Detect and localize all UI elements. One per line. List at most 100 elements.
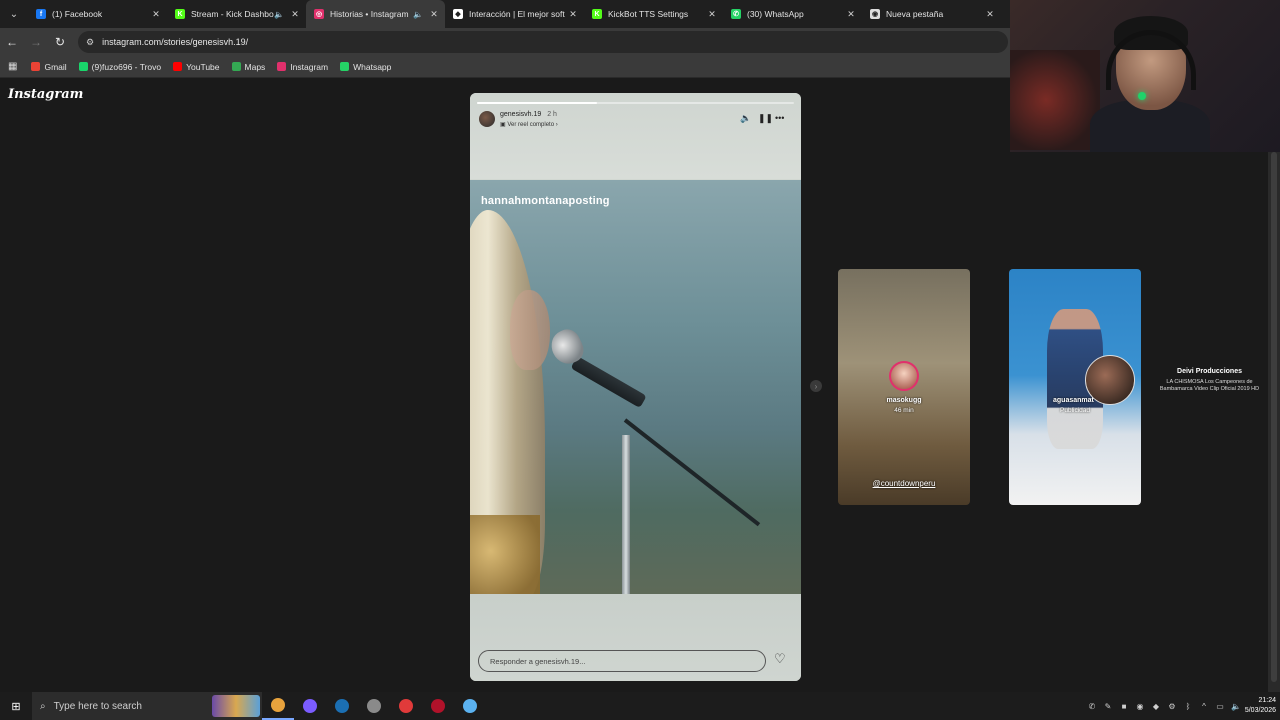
- windows-taskbar: ⊞ ⌕ Type here to search ✆ ✎ ■ ◉ ◆ ⚙ ᛒ ^ …: [0, 692, 1280, 720]
- tab-title: KickBot TTS Settings: [608, 9, 689, 19]
- bluetooth-tray-icon[interactable]: ᛒ: [1180, 702, 1196, 711]
- view-full-reel-link[interactable]: ▣ Ver reel completo ›: [500, 121, 558, 128]
- discord-tray-icon[interactable]: ◉: [1132, 702, 1148, 711]
- taskbar-app-steam[interactable]: [326, 692, 358, 720]
- bookmark-item[interactable]: Whatsapp: [340, 62, 391, 72]
- close-icon[interactable]: ✕: [985, 9, 995, 20]
- bookmark-item[interactable]: Instagram: [277, 62, 328, 72]
- steam-tray-icon[interactable]: ⚙: [1164, 702, 1180, 711]
- nvidia-tray-icon[interactable]: ◆: [1148, 702, 1164, 711]
- preview-mention: @countdownperu: [872, 479, 936, 488]
- taskbar-app-app-gray[interactable]: [358, 692, 390, 720]
- instagram-logo[interactable]: Instagram: [8, 87, 83, 102]
- story-media[interactable]: hannahmontanaposting: [470, 180, 801, 594]
- clock-time: 21:24: [1258, 697, 1276, 704]
- apps-grid-icon[interactable]: ▦: [8, 61, 17, 72]
- taskbar-search[interactable]: ⌕ Type here to search: [32, 692, 262, 720]
- tab-1[interactable]: K Stream - Kick Dashbo 🔈 ✕: [167, 0, 306, 28]
- tab-search-button[interactable]: ⌄: [0, 0, 28, 28]
- network-icon[interactable]: ▭: [1212, 702, 1228, 711]
- bookmark-item[interactable]: Maps: [231, 62, 265, 72]
- start-button[interactable]: ⊞: [0, 692, 32, 720]
- singer-dress: [470, 515, 540, 594]
- site-info-icon[interactable]: ⚙: [86, 37, 94, 48]
- tab-6[interactable]: ◉ Nueva pestaña ✕: [862, 0, 1001, 28]
- close-icon[interactable]: ✕: [151, 9, 161, 20]
- address-bar[interactable]: ⚙ instagram.com/stories/genesisvh.19/: [78, 31, 1008, 53]
- arrow-right-icon: →: [30, 35, 42, 49]
- pause-icon[interactable]: ❚❚: [758, 113, 773, 124]
- headset-mic-light: [1138, 92, 1146, 100]
- reply-input[interactable]: Responder a genesisvh.19...: [478, 650, 766, 672]
- webcam-background-light: [1010, 50, 1100, 150]
- pen-tray-icon[interactable]: ✎: [1100, 702, 1116, 711]
- close-icon[interactable]: ✕: [568, 9, 578, 20]
- taskbar-app-app-dark-red[interactable]: [422, 692, 454, 720]
- preview-avatar: [889, 361, 919, 391]
- muted-speaker-icon[interactable]: 🔈: [274, 10, 284, 19]
- speaker-icon[interactable]: 🔈: [413, 10, 423, 19]
- facebook-icon: f: [36, 9, 46, 19]
- chevron-up-icon[interactable]: ^: [1196, 702, 1212, 711]
- green-tray-icon[interactable]: ■: [1116, 702, 1132, 711]
- forward-button[interactable]: →: [24, 30, 48, 54]
- bookmark-favicon-icon: [277, 62, 287, 71]
- reload-button[interactable]: ↻: [48, 30, 72, 54]
- close-icon[interactable]: ✕: [846, 9, 856, 20]
- singer-face: [510, 290, 550, 370]
- taskbar-app-messenger[interactable]: [294, 692, 326, 720]
- reel-icon: ▣: [500, 122, 506, 128]
- side-description: LA CHISMOSA Los Campeones de Bambamarca …: [1159, 379, 1260, 392]
- view-full-reel-label: Ver reel completo: [507, 122, 555, 128]
- page-scrollbar[interactable]: [1268, 150, 1280, 692]
- sponsored-label: Publicidad: [1060, 407, 1090, 414]
- tab-title: Nueva pestaña: [886, 9, 944, 19]
- bookmark-item[interactable]: Gmail: [31, 61, 67, 72]
- taskbar-app-app-blue[interactable]: [454, 692, 486, 720]
- taskbar-clock[interactable]: 21:24 5/03/2026: [1236, 696, 1276, 716]
- whatsapp-tray-icon[interactable]: ✆: [1084, 702, 1100, 711]
- close-icon[interactable]: ✕: [429, 9, 439, 20]
- search-icon: ⌕: [40, 700, 46, 712]
- back-button[interactable]: ←: [0, 30, 24, 54]
- bookmark-favicon-icon: [231, 62, 241, 71]
- story-header-area: [470, 93, 801, 179]
- mic-boom: [623, 418, 761, 527]
- close-icon[interactable]: ✕: [290, 9, 300, 20]
- bookmark-label: YouTube: [186, 61, 220, 72]
- story-time: 2 h: [547, 111, 557, 118]
- story-viewer[interactable]: genesisvh.19 2 h ▣ Ver reel completo › 🔈…: [470, 93, 801, 681]
- more-options-icon[interactable]: •••: [775, 113, 784, 123]
- kick-icon: K: [592, 9, 602, 19]
- taskbar-search-placeholder: Type here to search: [53, 700, 142, 712]
- bookmark-item[interactable]: (9)fuzo696 - Trovo: [78, 62, 161, 72]
- instagram-page: Instagram genesisvh.19 2 h ▣ Ver reel co…: [0, 80, 1280, 692]
- story-preview-aguasanmat[interactable]: aguasanmat Publicidad: [1009, 269, 1141, 505]
- scroll-thumb[interactable]: [1271, 152, 1277, 682]
- whatsapp-icon: ✆: [731, 9, 741, 19]
- system-tray: ✆ ✎ ■ ◉ ◆ ⚙ ᛒ ^ ▭ 🔈: [1084, 692, 1244, 720]
- bookmark-item[interactable]: YouTube: [173, 61, 220, 72]
- tab-2[interactable]: ◎ Historias • Instagram 🔈 ✕: [306, 0, 445, 28]
- bookmark-label: Gmail: [44, 61, 67, 72]
- story-username[interactable]: genesisvh.19: [500, 111, 541, 118]
- tab-3[interactable]: ◆ Interacción | El mejor soft ✕: [445, 0, 584, 28]
- story-avatar[interactable]: [479, 111, 495, 127]
- taskbar-app-app-red[interactable]: [390, 692, 422, 720]
- url-text: instagram.com/stories/genesisvh.19/: [102, 37, 249, 47]
- close-icon[interactable]: ✕: [707, 9, 717, 20]
- taskbar-app-chrome[interactable]: [262, 692, 294, 720]
- story-preview-masokugg[interactable]: masokugg 46 min @countdownperu: [838, 269, 970, 505]
- mic-stand: [622, 435, 630, 594]
- tab-5[interactable]: ✆ (30) WhatsApp ✕: [723, 0, 862, 28]
- kick-icon: K: [175, 9, 185, 19]
- next-story-button[interactable]: ›: [810, 380, 822, 392]
- tab-title: (1) Facebook: [52, 9, 103, 19]
- tab-4[interactable]: K KickBot TTS Settings ✕: [584, 0, 723, 28]
- story-progress-bar: [477, 102, 794, 104]
- heart-icon[interactable]: ♡: [774, 651, 786, 667]
- volume-icon[interactable]: 🔈: [740, 113, 751, 124]
- tab-title: Historias • Instagram: [330, 9, 409, 19]
- tab-0[interactable]: f (1) Facebook ✕: [28, 0, 167, 28]
- preview-time: 46 min: [894, 407, 914, 414]
